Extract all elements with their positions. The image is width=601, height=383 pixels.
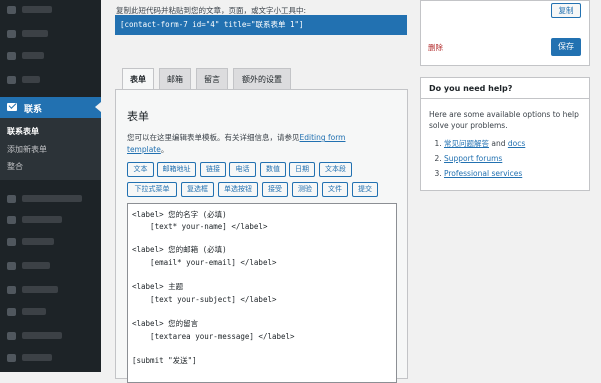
menu-icon-blurred: [7, 30, 16, 38]
menu-item-contact[interactable]: 联系: [0, 97, 101, 118]
contact-submenu: 联系表单 添加新表单 整合: [0, 118, 101, 180]
tag-button-checkboxes[interactable]: 复选框: [181, 182, 214, 197]
form-panel: 表单 您可以在这里编辑表单模板。有关详细信息，请参见Editing form t…: [115, 89, 408, 383]
tab-messages[interactable]: 留言: [196, 68, 228, 89]
form-template-editor[interactable]: <label> 您的名字 (必填) [text* your-name] </la…: [127, 203, 397, 383]
submenu-add-new[interactable]: 添加新表单: [7, 144, 47, 155]
panel-description: 您可以在这里编辑表单模板。有关详细信息，请参见Editing form temp…: [127, 132, 377, 156]
menu-item-blurred[interactable]: [22, 195, 82, 202]
mail-icon: [7, 103, 17, 111]
tag-button-number[interactable]: 数值: [260, 162, 286, 177]
docs-link[interactable]: docs: [508, 139, 525, 148]
menu-icon-blurred: [7, 195, 16, 203]
panel-description-end: 。: [160, 145, 169, 154]
tag-button-acceptance[interactable]: 接受: [262, 182, 288, 197]
menu-item-blurred[interactable]: [22, 52, 44, 59]
admin-sidebar: 联系 联系表单 添加新表单 整合: [0, 0, 101, 372]
publish-box: 复制 删除 保存: [420, 0, 590, 66]
editor-line: [text* your-name] </label>: [132, 222, 268, 231]
editor-line: <label> 您的留言: [132, 319, 199, 328]
menu-icon-blurred: [7, 308, 16, 316]
menu-icon-blurred: [7, 354, 16, 362]
menu-item-blurred[interactable]: [22, 216, 62, 223]
menu-item-blurred[interactable]: [22, 332, 62, 339]
save-button[interactable]: 保存: [551, 38, 581, 56]
editor-line: <label> 您的名字 (必填): [132, 210, 227, 219]
tag-button-radio[interactable]: 单选按钮: [218, 182, 258, 197]
delete-link[interactable]: 删除: [428, 42, 443, 53]
menu-item-blurred[interactable]: [22, 286, 58, 293]
tag-button-url[interactable]: 链接: [200, 162, 226, 177]
tab-mail[interactable]: 邮箱: [159, 68, 191, 89]
editor-line: <label> 主题: [132, 282, 184, 291]
editor-line: [text your-subject] </label>: [132, 295, 277, 304]
tag-button-date[interactable]: 日期: [289, 162, 315, 177]
editor-line: [email* your-email] </label>: [132, 258, 277, 267]
tab-additional-settings[interactable]: 额外的设置: [233, 68, 291, 89]
menu-icon-blurred: [7, 286, 16, 294]
support-forums-link[interactable]: Support forums: [444, 154, 502, 163]
help-list-item: 常见问题解答 and docs: [444, 136, 525, 151]
tab-form[interactable]: 表单: [122, 68, 154, 90]
tag-button-dropdown[interactable]: 下拉式菜单: [127, 182, 177, 197]
help-intro: Here are some available options to help …: [429, 110, 579, 130]
menu-item-blurred[interactable]: [22, 262, 50, 269]
faq-link[interactable]: 常见问题解答: [444, 139, 489, 148]
menu-icon-blurred: [7, 52, 16, 60]
tag-button-quiz[interactable]: 测验: [292, 182, 318, 197]
tag-button-tel[interactable]: 电话: [229, 162, 256, 177]
editor-line: [textarea your-message] </label>: [132, 332, 295, 341]
menu-icon-blurred: [7, 216, 16, 224]
menu-item-blurred[interactable]: [22, 238, 54, 245]
editor-line: [submit "发送"]: [132, 356, 197, 365]
professional-services-link[interactable]: Professional services: [444, 169, 522, 178]
submenu-integration[interactable]: 整合: [7, 161, 23, 172]
menu-icon-blurred: [7, 332, 16, 340]
menu-icon-blurred: [7, 238, 16, 246]
menu-item-blurred[interactable]: [22, 354, 52, 361]
menu-icon-blurred: [7, 262, 16, 270]
shortcode-field[interactable]: [contact-form-7 id="4" title="联系表单 1"]: [115, 15, 407, 35]
tag-button-file[interactable]: 文件: [322, 182, 348, 197]
menu-item-contact-label: 联系: [24, 105, 43, 115]
menu-item-blurred[interactable]: [22, 30, 48, 37]
menu-icon-blurred: [7, 76, 16, 84]
menu-icon-blurred: [7, 6, 16, 14]
help-box: Do you need help? Here are some availabl…: [420, 77, 590, 191]
help-list-item: Professional services: [444, 166, 525, 181]
tag-button-text[interactable]: 文本: [127, 162, 154, 177]
submenu-contact-forms[interactable]: 联系表单: [7, 126, 39, 137]
panel-title: 表单: [127, 110, 149, 123]
menu-item-blurred[interactable]: [22, 76, 40, 83]
help-list: 常见问题解答 and docs Support forums Professio…: [429, 136, 525, 181]
help-list-item: Support forums: [444, 151, 525, 166]
tag-button-email[interactable]: 邮箱地址: [157, 162, 196, 177]
copy-button[interactable]: 复制: [551, 3, 581, 18]
tag-button-textarea[interactable]: 文本段: [319, 162, 352, 177]
panel-description-text: 您可以在这里编辑表单模板。有关详细信息，请参见: [127, 133, 300, 142]
editor-line: <label> 您的邮箱 (必填): [132, 245, 227, 254]
menu-item-blurred[interactable]: [22, 308, 46, 315]
tag-button-submit[interactable]: 提交: [352, 182, 378, 197]
help-and-text: and: [489, 139, 508, 148]
menu-item-blurred[interactable]: [22, 6, 52, 13]
help-title: Do you need help?: [421, 78, 589, 99]
